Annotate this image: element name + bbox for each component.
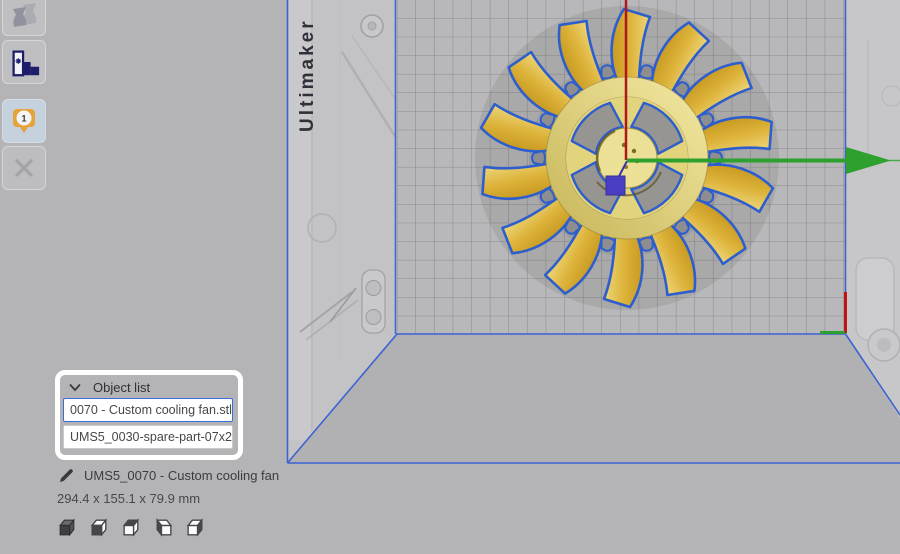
camera-view-toolbar <box>57 517 206 538</box>
per-model-settings-icon <box>7 45 41 79</box>
move-tool-center-handle[interactable] <box>606 176 625 195</box>
mirror-icon <box>9 0 39 29</box>
pencil-icon[interactable] <box>59 468 74 483</box>
view-left-icon <box>153 517 174 538</box>
per-model-settings-tool-button[interactable] <box>2 40 46 84</box>
object-list-item-selected[interactable]: 0070 - Custom cooling fan.stl <box>63 398 233 422</box>
printer-brand-text: Ultimaker <box>297 18 318 132</box>
view-top-icon <box>121 517 142 538</box>
view-front-button[interactable] <box>89 517 110 538</box>
cura-slicer-window: Ultimaker <box>0 0 900 554</box>
selected-model-dimensions: 294.4 x 155.1 x 79.9 mm <box>57 491 200 506</box>
remove-tool-button <box>2 146 46 190</box>
selected-model-name: UMS5_0070 - Custom cooling fan <box>84 468 279 483</box>
mirror-tool-button[interactable] <box>2 0 46 36</box>
view-3d-icon <box>57 517 78 538</box>
object-list-header[interactable]: Object list <box>60 375 238 398</box>
extruder-1-marker-button[interactable]: 1 <box>2 99 46 143</box>
view-front-icon <box>89 517 110 538</box>
view-3d-button[interactable] <box>57 517 78 538</box>
view-right-button[interactable] <box>185 517 206 538</box>
extruder-pin-icon: 1 <box>10 107 38 135</box>
object-list-panel: Object list 0070 - Custom cooling fan.st… <box>55 370 243 460</box>
view-right-icon <box>185 517 206 538</box>
object-list-title: Object list <box>93 380 150 395</box>
close-icon <box>11 155 37 181</box>
object-list-item[interactable]: UMS5_0030-spare-part-07x2... <box>63 425 233 449</box>
svg-text:1: 1 <box>21 114 26 124</box>
view-top-button[interactable] <box>121 517 142 538</box>
selected-model-name-row: UMS5_0070 - Custom cooling fan <box>59 468 279 483</box>
view-left-button[interactable] <box>153 517 174 538</box>
chevron-down-icon <box>69 383 81 392</box>
